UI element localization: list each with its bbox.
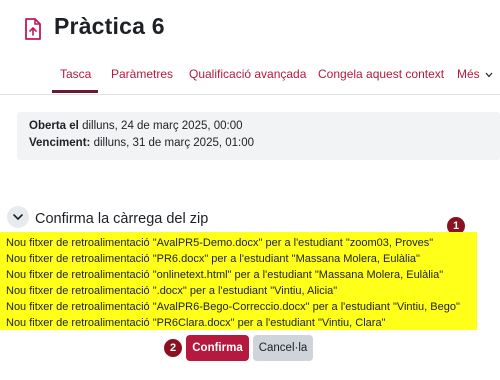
list-item: Nou fitxer de retroalimentació "PR6Clara… [6, 317, 386, 329]
tab-mes-label: Més [457, 67, 480, 81]
chevron-down-icon [13, 214, 23, 221]
cancel-button[interactable]: Cancel·la [253, 335, 313, 361]
due-label: Venciment: [29, 137, 91, 149]
opened-label: Oberta el [29, 120, 79, 132]
feedback-files-list: Nou fitxer de retroalimentació "AvalPR5-… [0, 232, 477, 330]
due-date: Venciment: dilluns, 31 de març 2025, 01:… [29, 137, 254, 149]
page-header: Pràctica 6 [0, 0, 500, 52]
list-item: Nou fitxer de retroalimentació "PR6.docx… [6, 253, 420, 265]
page-title: Pràctica 6 [54, 13, 165, 39]
list-item: Nou fitxer de retroalimentació "AvalPR6-… [6, 301, 460, 313]
tab-mes[interactable]: Més [457, 67, 493, 81]
active-tab-indicator [52, 90, 98, 93]
list-item: Nou fitxer de retroalimentació "AvalPR5-… [6, 237, 434, 249]
secondary-navigation: Tasca Paràmetres Qualificació avançada C… [0, 60, 500, 94]
confirm-button[interactable]: Confirma [186, 335, 249, 361]
tabs-divider [0, 94, 500, 95]
tab-tasca[interactable]: Tasca [60, 67, 91, 81]
activity-dates: Oberta el dilluns, 24 de març 2025, 00:0… [17, 112, 500, 160]
chevron-down-icon [485, 72, 493, 78]
tab-qualificacio-avancada[interactable]: Qualificació avançada [189, 67, 306, 81]
opened-date: Oberta el dilluns, 24 de març 2025, 00:0… [29, 120, 243, 132]
assignment-icon [25, 18, 41, 40]
annotation-badge-2: 2 [164, 339, 182, 357]
due-value: dilluns, 31 de març 2025, 01:00 [93, 137, 255, 149]
collapse-section-button[interactable] [7, 206, 29, 228]
list-item: Nou fitxer de retroalimentació ".docx" p… [6, 285, 338, 297]
list-item: Nou fitxer de retroalimentació "onlinete… [6, 269, 444, 281]
opened-value: dilluns, 24 de març 2025, 00:00 [82, 120, 243, 132]
tab-parametres[interactable]: Paràmetres [111, 67, 173, 81]
section-title: Confirma la càrrega del zip [35, 211, 209, 227]
tab-congela-context[interactable]: Congela aquest context [318, 67, 444, 81]
